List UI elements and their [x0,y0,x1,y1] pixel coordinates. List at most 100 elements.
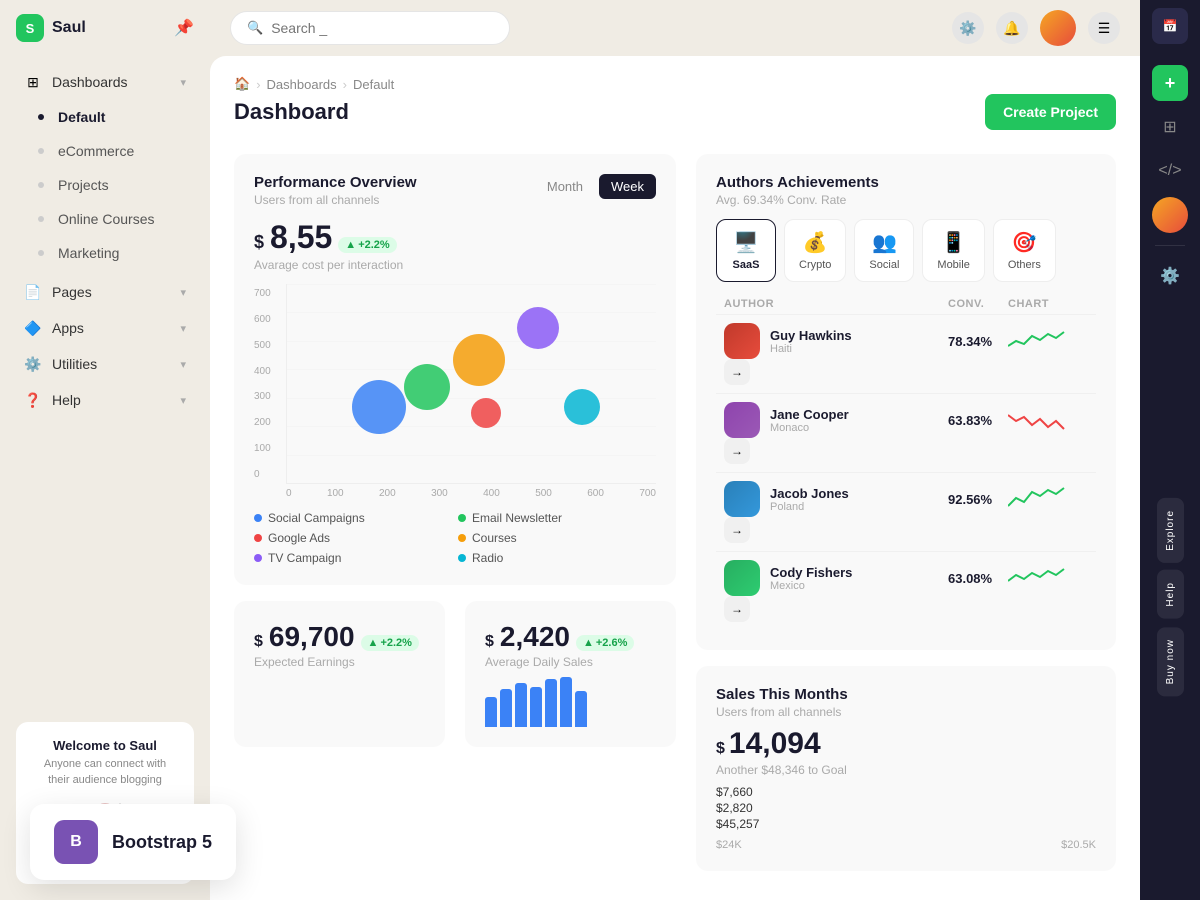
sidebar-item-default[interactable]: Default [8,100,202,134]
authors-table-header: AUTHOR CONV. CHART [716,294,1096,314]
bubble-google [471,398,501,428]
earnings-label: Expected Earnings [254,655,425,669]
sidebar-item-apps[interactable]: 🔷 Apps ▾ [8,310,202,346]
default-label: Default [58,109,105,125]
daily-bar-chart [485,677,656,727]
legend-label-email: Email Newsletter [472,511,562,525]
x-label-2: 200 [379,488,396,499]
y-label-1: 100 [254,443,271,454]
others-icon: 🎯 [1012,230,1037,255]
mobile-icon: 📱 [941,230,966,255]
x-labels: 0 100 200 300 400 500 600 700 [286,484,656,499]
sidebar-logo: S Saul [16,14,86,42]
create-project-button[interactable]: Create Project [985,94,1116,130]
active-dot [38,114,44,120]
rs-action-buttons: Explore Help Buy now [1157,302,1184,892]
apps-arrow: ▾ [180,322,186,335]
cat-tab-mobile[interactable]: 📱 Mobile [922,219,984,282]
dashboards-icon: ⊞ [24,73,42,91]
sidebar-header: S Saul 📌 [0,0,210,56]
cat-tab-others[interactable]: 🎯 Others [993,219,1056,282]
author-info-3: Jacob Jones Poland [724,481,948,517]
rs-user-avatar[interactable] [1152,197,1188,233]
explore-button[interactable]: Explore [1157,498,1184,563]
legend-email-newsletter: Email Newsletter [458,511,656,525]
y-label-2: 200 [254,417,271,428]
legend-label-tv: TV Campaign [268,551,341,565]
tab-month[interactable]: Month [535,174,595,199]
sidebar-item-dashboards[interactable]: ⊞ Dashboards ▾ [8,64,202,100]
view-btn-1[interactable]: → [724,359,948,385]
y-label-6: 600 [254,314,271,325]
search-bar[interactable]: 🔍 [230,11,510,45]
rs-settings-icon[interactable]: ⚙️ [1152,258,1188,294]
projects-label: Projects [58,177,109,193]
topbar-notifications-icon[interactable]: 🔔 [996,12,1028,44]
topbar: 🔍 ⚙️ 🔔 ☰ [210,0,1140,56]
bar-3 [515,683,527,727]
saas-label: SaaS [733,259,760,271]
utilities-icon: ⚙️ [24,355,42,373]
search-input[interactable] [271,20,493,36]
content-area: 🏠 › Dashboards › Default Dashboard Creat… [210,56,1140,900]
crypto-icon: 💰 [803,230,828,255]
user-avatar[interactable] [1040,10,1076,46]
author-country-1: Haiti [770,343,852,355]
legend-dot-courses [458,534,466,542]
sidebar-item-help[interactable]: ❓ Help ▾ [8,382,202,418]
author-avatar-1 [724,323,760,359]
x-label-5: 500 [535,488,552,499]
view-btn-3[interactable]: → [724,517,948,543]
rs-add-button[interactable]: + [1152,65,1188,101]
performance-tabs: Month Week [535,174,656,199]
x-label-0: 0 [286,488,292,499]
cat-tab-saas[interactable]: 🖥️ SaaS [716,219,776,282]
tab-week[interactable]: Week [599,174,656,199]
utilities-arrow: ▾ [180,358,186,371]
amount-1: $7,660 [716,785,1096,799]
sidebar-item-projects[interactable]: Projects [8,168,202,202]
sidebar-item-ecommerce[interactable]: eCommerce [8,134,202,168]
page-header: Dashboard Create Project [234,94,1116,130]
search-icon: 🔍 [247,20,263,36]
chart-legend: Social Campaigns Email Newsletter Google… [254,511,656,565]
ecommerce-label: eCommerce [58,143,134,159]
bubble-social [352,380,406,434]
sales-y-1: $24K [716,839,742,851]
metric-value: 8,55 [270,219,332,256]
dot-projects [38,182,44,188]
author-avatar-3 [724,481,760,517]
buy-now-button[interactable]: Buy now [1157,627,1184,696]
view-btn-4[interactable]: → [724,596,948,622]
pin-icon[interactable]: 📌 [174,18,194,38]
bootstrap-text: Bootstrap 5 [112,832,212,853]
breadcrumb: 🏠 › Dashboards › Default [234,76,1116,92]
rs-date-icon[interactable]: 📅 [1152,8,1188,44]
sidebar-item-pages[interactable]: 📄 Pages ▾ [8,274,202,310]
conv-3: 92.56% [948,492,1008,507]
conv-2: 63.83% [948,413,1008,428]
sales-subtitle: Users from all channels [716,705,1096,719]
performance-title: Performance Overview [254,174,417,191]
topbar-settings-icon[interactable]: ⚙️ [952,12,984,44]
daily-number: 2,420 [500,621,570,653]
cat-tab-social[interactable]: 👥 Social [854,219,914,282]
breadcrumb-dashboards[interactable]: Dashboards [267,77,337,92]
others-label: Others [1008,259,1041,271]
rs-grid-icon[interactable]: ⊞ [1152,109,1188,145]
help-button[interactable]: Help [1157,570,1184,619]
author-avatar-4 [724,560,760,596]
topbar-menu-icon[interactable]: ☰ [1088,12,1120,44]
col-author: AUTHOR [724,298,948,310]
bubble-tv [517,307,559,349]
sidebar-item-marketing[interactable]: Marketing [8,236,202,270]
sidebar-item-online-courses[interactable]: Online Courses [8,202,202,236]
daily-sales-card: $ 2,420 ▲ +2.6% Average Daily Sales [465,601,676,747]
legend-dot-google [254,534,262,542]
table-row: Jacob Jones Poland 92.56% → [716,472,1096,551]
cat-tab-crypto[interactable]: 💰 Crypto [784,219,846,282]
view-btn-2[interactable]: → [724,438,948,464]
sidebar-item-utilities[interactable]: ⚙️ Utilities ▾ [8,346,202,382]
rs-code-icon[interactable]: </> [1152,153,1188,189]
left-column: Performance Overview Users from all chan… [234,154,676,871]
